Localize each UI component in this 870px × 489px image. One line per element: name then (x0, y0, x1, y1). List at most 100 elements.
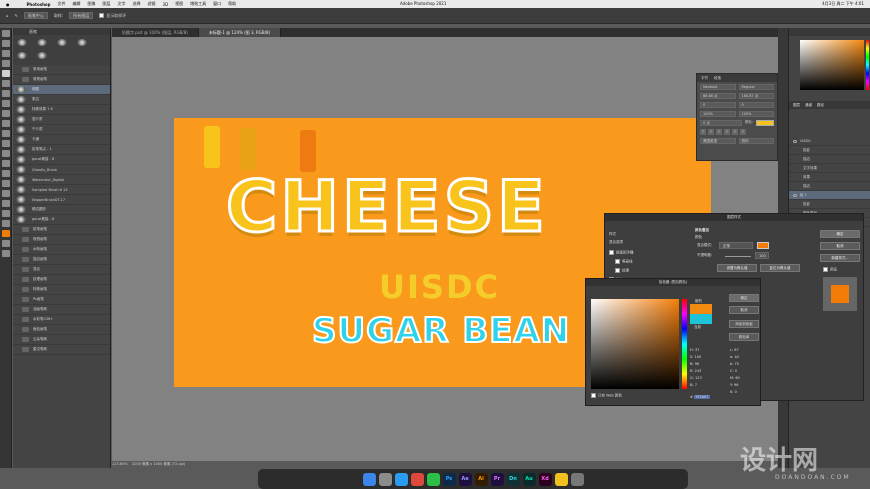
brush-group[interactable]: 常用画笔 (13, 65, 110, 75)
brush-folder[interactable]: 面包画笔 (13, 325, 110, 335)
brush-item[interactable]: 硬圆 (13, 85, 110, 95)
type-tool-icon[interactable] (1, 170, 10, 177)
brush-folder[interactable]: 油画笔刷 (13, 305, 110, 315)
reset-default-button[interactable]: 复位为默认值 (760, 264, 800, 272)
color-libraries-button[interactable]: 颜色库 (729, 333, 759, 341)
lab-b-field[interactable]: b: 75 (730, 362, 739, 366)
brush-item[interactable]: Sampled Brush 6 13 (13, 185, 110, 195)
visibility-eye-icon[interactable] (793, 193, 797, 197)
opacity-slider[interactable] (725, 256, 751, 257)
menu-type[interactable]: 文字 (118, 1, 126, 7)
menu-filter[interactable]: 滤镜 (148, 1, 156, 7)
tagline-text[interactable]: SUGAR BEAN (311, 310, 570, 352)
font-style-select[interactable]: Regular (738, 83, 774, 90)
brush-folder[interactable]: 铅笔画笔 (13, 225, 110, 235)
m-field[interactable]: M: 60 (730, 376, 740, 380)
menu-window[interactable]: 窗口 (213, 1, 221, 7)
brush-item[interactable]: gouzi素描 - 6 (13, 155, 110, 165)
apple-icon[interactable]: ● (6, 2, 10, 7)
subtitle-text[interactable]: UISDC (379, 268, 500, 306)
brush-preset-icon[interactable] (17, 39, 27, 46)
menu-3d[interactable]: 3D (163, 2, 169, 7)
ls-item-style[interactable]: 样式 (609, 232, 616, 237)
kerning-field[interactable]: 0 (700, 101, 736, 108)
mode-select[interactable]: 画笔中心 (23, 12, 48, 19)
eyedropper-icon[interactable]: ✎ (15, 13, 18, 18)
tab-cheese-psd[interactable]: 奶酪字.psd @ 100% (图层, RGB/8) (112, 28, 199, 37)
tab-untitled[interactable]: 未标题-1 @ 124% (图 3, RGB/8) (198, 28, 282, 37)
blend-mode-select[interactable]: 正常 (719, 242, 753, 249)
new-style-button[interactable]: 新建样式... (820, 254, 860, 262)
layer-effect-row[interactable]: 投影 (789, 200, 870, 209)
brush-preset-icon[interactable] (37, 39, 47, 46)
ls-item-texture[interactable]: 纹理 (615, 268, 629, 274)
menu-edit[interactable]: 编辑 (73, 1, 81, 7)
hand-tool-icon[interactable] (1, 200, 10, 207)
eraser-tool-icon[interactable] (1, 120, 10, 127)
brush-item[interactable]: 硬边圆形 (13, 205, 110, 215)
tab-paths[interactable]: 路径 (817, 101, 824, 109)
sample-select[interactable]: 所有图层 (69, 12, 94, 19)
healing-tool-icon[interactable] (1, 80, 10, 87)
g-field[interactable]: G: 123 (690, 376, 702, 380)
app-menu[interactable]: Photoshop (27, 2, 51, 7)
blue-field[interactable]: B: 7 (690, 383, 697, 387)
menu-image[interactable]: 图像 (88, 1, 96, 7)
after-effects-icon[interactable]: Ae (458, 472, 472, 486)
layer-row-selected[interactable]: 组 1 (789, 191, 870, 200)
brush-item[interactable]: 干介质 (13, 125, 110, 135)
screen-mode-icon[interactable] (1, 250, 10, 257)
dodge-tool-icon[interactable] (1, 150, 10, 157)
saturation-brightness-field[interactable] (591, 299, 679, 389)
hue-slider[interactable] (682, 299, 687, 389)
cancel-button[interactable]: 取消 (820, 242, 860, 250)
ls-item-blending[interactable]: 混合选项 (609, 240, 623, 245)
ls-item-bevel[interactable]: 斜面和浮雕 (609, 250, 634, 256)
tab-layers[interactable]: 图层 (793, 101, 800, 109)
layer-effect-row[interactable]: 描边 (789, 155, 870, 164)
color-panel-field[interactable] (800, 40, 864, 90)
safari-icon[interactable] (394, 472, 408, 486)
menu-plugins[interactable]: 增效工具 (190, 1, 206, 7)
menu-file[interactable]: 文件 (58, 1, 66, 7)
brush-item[interactable]: 柔边 (13, 95, 110, 105)
h-field[interactable]: H: 37 (690, 348, 699, 352)
vertical-scale-field[interactable]: 100% (700, 110, 736, 117)
faux-italic-icon[interactable]: T (708, 128, 714, 135)
brush-group[interactable]: 常规画笔 (13, 75, 110, 85)
brush-folder[interactable]: 喷溅画笔 (13, 235, 110, 245)
wechat-icon[interactable] (426, 472, 440, 486)
font-size-field[interactable]: 88.86 点 (700, 92, 736, 99)
brush-folder[interactable]: 水粉画笔 (13, 245, 110, 255)
lasso-tool-icon[interactable] (1, 50, 10, 57)
dimension-icon[interactable]: Dn (506, 472, 520, 486)
leading-field[interactable]: 180.87 点 (738, 92, 774, 99)
ls-item-contour[interactable]: 等高线 (615, 259, 633, 265)
tab-channels[interactable]: 通道 (805, 101, 812, 109)
preview-checkbox[interactable]: 预览 (823, 267, 837, 273)
faux-bold-icon[interactable]: T (700, 128, 706, 135)
ok-button[interactable]: 确定 (820, 230, 860, 238)
horizontal-scale-field[interactable]: 100% (738, 110, 774, 117)
lab-a-field[interactable]: a: 44 (730, 355, 739, 359)
brush-item[interactable]: Watercolor_Digital (13, 175, 110, 185)
superscript-icon[interactable]: T (732, 128, 738, 135)
brush-preset-icon[interactable] (77, 39, 87, 46)
eyedropper-tool-icon[interactable] (1, 70, 10, 77)
photoshop-icon[interactable]: Ps (442, 472, 456, 486)
c-field[interactable]: C: 0 (730, 369, 737, 373)
launchpad-icon[interactable] (378, 472, 392, 486)
r-field[interactable]: R: 243 (690, 369, 701, 373)
brush-folder[interactable]: 纹理画笔 (13, 275, 110, 285)
brush-item[interactable]: NapperBrushDT-17 (13, 195, 110, 205)
s-field[interactable]: S: 100 (690, 355, 701, 359)
layer-row[interactable]: UISDC (789, 137, 870, 146)
brush-item[interactable]: 特殊效果 1 6 (13, 105, 110, 115)
brush-folder[interactable]: 混合 (13, 265, 110, 275)
hex-field[interactable]: # f37b07 (690, 395, 711, 399)
opacity-field[interactable]: 100 (755, 252, 769, 259)
menu-help[interactable]: 帮助 (228, 1, 236, 7)
l-field[interactable]: L: 67 (730, 348, 739, 352)
only-web-checkbox[interactable]: 只有 Web 颜色 (591, 393, 622, 399)
text-color-swatch[interactable] (756, 119, 774, 126)
